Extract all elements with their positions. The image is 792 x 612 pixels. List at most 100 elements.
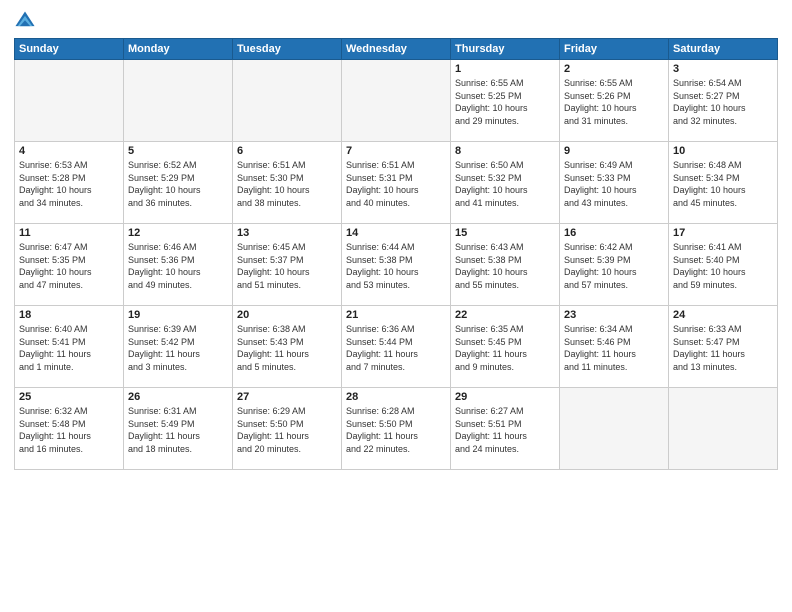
day-info: Sunrise: 6:55 AM Sunset: 5:26 PM Dayligh… — [564, 77, 664, 127]
day-number: 17 — [673, 227, 773, 239]
column-header-saturday: Saturday — [669, 39, 778, 60]
day-number: 7 — [346, 145, 446, 157]
day-number: 25 — [19, 391, 119, 403]
day-number: 2 — [564, 63, 664, 75]
day-info: Sunrise: 6:46 AM Sunset: 5:36 PM Dayligh… — [128, 241, 228, 291]
column-header-wednesday: Wednesday — [342, 39, 451, 60]
day-info: Sunrise: 6:42 AM Sunset: 5:39 PM Dayligh… — [564, 241, 664, 291]
column-header-tuesday: Tuesday — [233, 39, 342, 60]
day-cell: 9 Sunrise: 6:49 AM Sunset: 5:33 PM Daylig… — [560, 142, 669, 224]
day-number: 20 — [237, 309, 337, 321]
day-number: 23 — [564, 309, 664, 321]
day-info: Sunrise: 6:27 AM Sunset: 5:51 PM Dayligh… — [455, 405, 555, 455]
day-cell: 26 Sunrise: 6:31 AM Sunset: 5:49 PM Dayli… — [124, 388, 233, 470]
day-info: Sunrise: 6:28 AM Sunset: 5:50 PM Dayligh… — [346, 405, 446, 455]
day-cell — [233, 60, 342, 142]
day-number: 22 — [455, 309, 555, 321]
day-info: Sunrise: 6:54 AM Sunset: 5:27 PM Dayligh… — [673, 77, 773, 127]
day-cell: 20Sunrise: 6:38 AM Sunset: 5:43 PM Dayli… — [233, 306, 342, 388]
day-cell: 3 Sunrise: 6:54 AM Sunset: 5:27 PM Daylig… — [669, 60, 778, 142]
day-info: Sunrise: 6:29 AM Sunset: 5:50 PM Dayligh… — [237, 405, 337, 455]
day-info: Sunrise: 6:41 AM Sunset: 5:40 PM Dayligh… — [673, 241, 773, 291]
column-header-friday: Friday — [560, 39, 669, 60]
day-number: 10 — [673, 145, 773, 157]
day-cell: 2 Sunrise: 6:55 AM Sunset: 5:26 PM Daylig… — [560, 60, 669, 142]
day-info: Sunrise: 6:32 AM Sunset: 5:48 PM Dayligh… — [19, 405, 119, 455]
day-cell: 13 Sunrise: 6:45 AM Sunset: 5:37 PM Dayli… — [233, 224, 342, 306]
day-info: Sunrise: 6:51 AM Sunset: 5:30 PM Dayligh… — [237, 159, 337, 209]
day-number: 9 — [564, 145, 664, 157]
day-number: 4 — [19, 145, 119, 157]
day-info: Sunrise: 6:33 AM Sunset: 5:47 PM Dayligh… — [673, 323, 773, 373]
day-number: 12 — [128, 227, 228, 239]
day-cell — [669, 388, 778, 470]
day-cell: 8 Sunrise: 6:50 AM Sunset: 5:32 PM Daylig… — [451, 142, 560, 224]
header — [14, 10, 778, 32]
day-info: Sunrise: 6:35 AM Sunset: 5:45 PM Dayligh… — [455, 323, 555, 373]
day-info: Sunrise: 6:31 AM Sunset: 5:49 PM Dayligh… — [128, 405, 228, 455]
day-cell: 22 Sunrise: 6:35 AM Sunset: 5:45 PM Dayli… — [451, 306, 560, 388]
day-cell — [15, 60, 124, 142]
column-header-thursday: Thursday — [451, 39, 560, 60]
day-cell — [560, 388, 669, 470]
day-cell: 14 Sunrise: 6:44 AM Sunset: 5:38 PM Dayli… — [342, 224, 451, 306]
day-cell: 1 Sunrise: 6:55 AM Sunset: 5:25 PM Daylig… — [451, 60, 560, 142]
day-info: Sunrise: 6:40 AM Sunset: 5:41 PM Dayligh… — [19, 323, 119, 373]
day-cell: 19 Sunrise: 6:39 AM Sunset: 5:42 PM Dayli… — [124, 306, 233, 388]
day-info: Sunrise: 6:51 AM Sunset: 5:31 PM Dayligh… — [346, 159, 446, 209]
day-info: Sunrise: 6:55 AM Sunset: 5:25 PM Dayligh… — [455, 77, 555, 127]
week-row-1: 1 Sunrise: 6:55 AM Sunset: 5:25 PM Daylig… — [15, 60, 778, 142]
day-info: Sunrise: 6:36 AM Sunset: 5:44 PM Dayligh… — [346, 323, 446, 373]
day-number: 14 — [346, 227, 446, 239]
day-cell: 10 Sunrise: 6:48 AM Sunset: 5:34 PM Dayli… — [669, 142, 778, 224]
day-cell: 27Sunrise: 6:29 AM Sunset: 5:50 PM Dayli… — [233, 388, 342, 470]
day-cell: 17 Sunrise: 6:41 AM Sunset: 5:40 PM Dayli… — [669, 224, 778, 306]
day-cell: 11 Sunrise: 6:47 AM Sunset: 5:35 PM Dayli… — [15, 224, 124, 306]
day-number: 1 — [455, 63, 555, 75]
day-info: Sunrise: 6:47 AM Sunset: 5:35 PM Dayligh… — [19, 241, 119, 291]
column-header-monday: Monday — [124, 39, 233, 60]
day-number: 16 — [564, 227, 664, 239]
day-number: 8 — [455, 145, 555, 157]
day-cell: 5 Sunrise: 6:52 AM Sunset: 5:29 PM Daylig… — [124, 142, 233, 224]
day-cell: 18Sunrise: 6:40 AM Sunset: 5:41 PM Dayli… — [15, 306, 124, 388]
column-header-sunday: Sunday — [15, 39, 124, 60]
day-info: Sunrise: 6:44 AM Sunset: 5:38 PM Dayligh… — [346, 241, 446, 291]
logo-icon — [14, 10, 36, 32]
day-number: 5 — [128, 145, 228, 157]
day-info: Sunrise: 6:39 AM Sunset: 5:42 PM Dayligh… — [128, 323, 228, 373]
day-number: 11 — [19, 227, 119, 239]
day-number: 19 — [128, 309, 228, 321]
day-info: Sunrise: 6:48 AM Sunset: 5:34 PM Dayligh… — [673, 159, 773, 209]
day-number: 13 — [237, 227, 337, 239]
day-info: Sunrise: 6:50 AM Sunset: 5:32 PM Dayligh… — [455, 159, 555, 209]
day-cell: 6Sunrise: 6:51 AM Sunset: 5:30 PM Daylig… — [233, 142, 342, 224]
day-info: Sunrise: 6:53 AM Sunset: 5:28 PM Dayligh… — [19, 159, 119, 209]
day-number: 26 — [128, 391, 228, 403]
day-info: Sunrise: 6:43 AM Sunset: 5:38 PM Dayligh… — [455, 241, 555, 291]
logo — [14, 10, 40, 32]
day-number: 21 — [346, 309, 446, 321]
page: SundayMondayTuesdayWednesdayThursdayFrid… — [0, 0, 792, 612]
day-info: Sunrise: 6:49 AM Sunset: 5:33 PM Dayligh… — [564, 159, 664, 209]
day-cell: 12 Sunrise: 6:46 AM Sunset: 5:36 PM Dayli… — [124, 224, 233, 306]
day-cell: 23 Sunrise: 6:34 AM Sunset: 5:46 PM Dayli… — [560, 306, 669, 388]
day-cell: 25 Sunrise: 6:32 AM Sunset: 5:48 PM Dayli… — [15, 388, 124, 470]
day-cell: 28 Sunrise: 6:28 AM Sunset: 5:50 PM Dayli… — [342, 388, 451, 470]
day-number: 29 — [455, 391, 555, 403]
day-info: Sunrise: 6:45 AM Sunset: 5:37 PM Dayligh… — [237, 241, 337, 291]
day-info: Sunrise: 6:52 AM Sunset: 5:29 PM Dayligh… — [128, 159, 228, 209]
week-row-4: 18Sunrise: 6:40 AM Sunset: 5:41 PM Dayli… — [15, 306, 778, 388]
calendar-body: 1 Sunrise: 6:55 AM Sunset: 5:25 PM Daylig… — [15, 60, 778, 470]
day-cell: 16 Sunrise: 6:42 AM Sunset: 5:39 PM Dayli… — [560, 224, 669, 306]
week-row-5: 25 Sunrise: 6:32 AM Sunset: 5:48 PM Dayli… — [15, 388, 778, 470]
day-cell: 21 Sunrise: 6:36 AM Sunset: 5:44 PM Dayli… — [342, 306, 451, 388]
day-number: 24 — [673, 309, 773, 321]
day-info: Sunrise: 6:34 AM Sunset: 5:46 PM Dayligh… — [564, 323, 664, 373]
day-cell: 7 Sunrise: 6:51 AM Sunset: 5:31 PM Daylig… — [342, 142, 451, 224]
day-cell: 15 Sunrise: 6:43 AM Sunset: 5:38 PM Dayli… — [451, 224, 560, 306]
calendar-table: SundayMondayTuesdayWednesdayThursdayFrid… — [14, 38, 778, 470]
day-number: 15 — [455, 227, 555, 239]
day-number: 28 — [346, 391, 446, 403]
day-number: 3 — [673, 63, 773, 75]
